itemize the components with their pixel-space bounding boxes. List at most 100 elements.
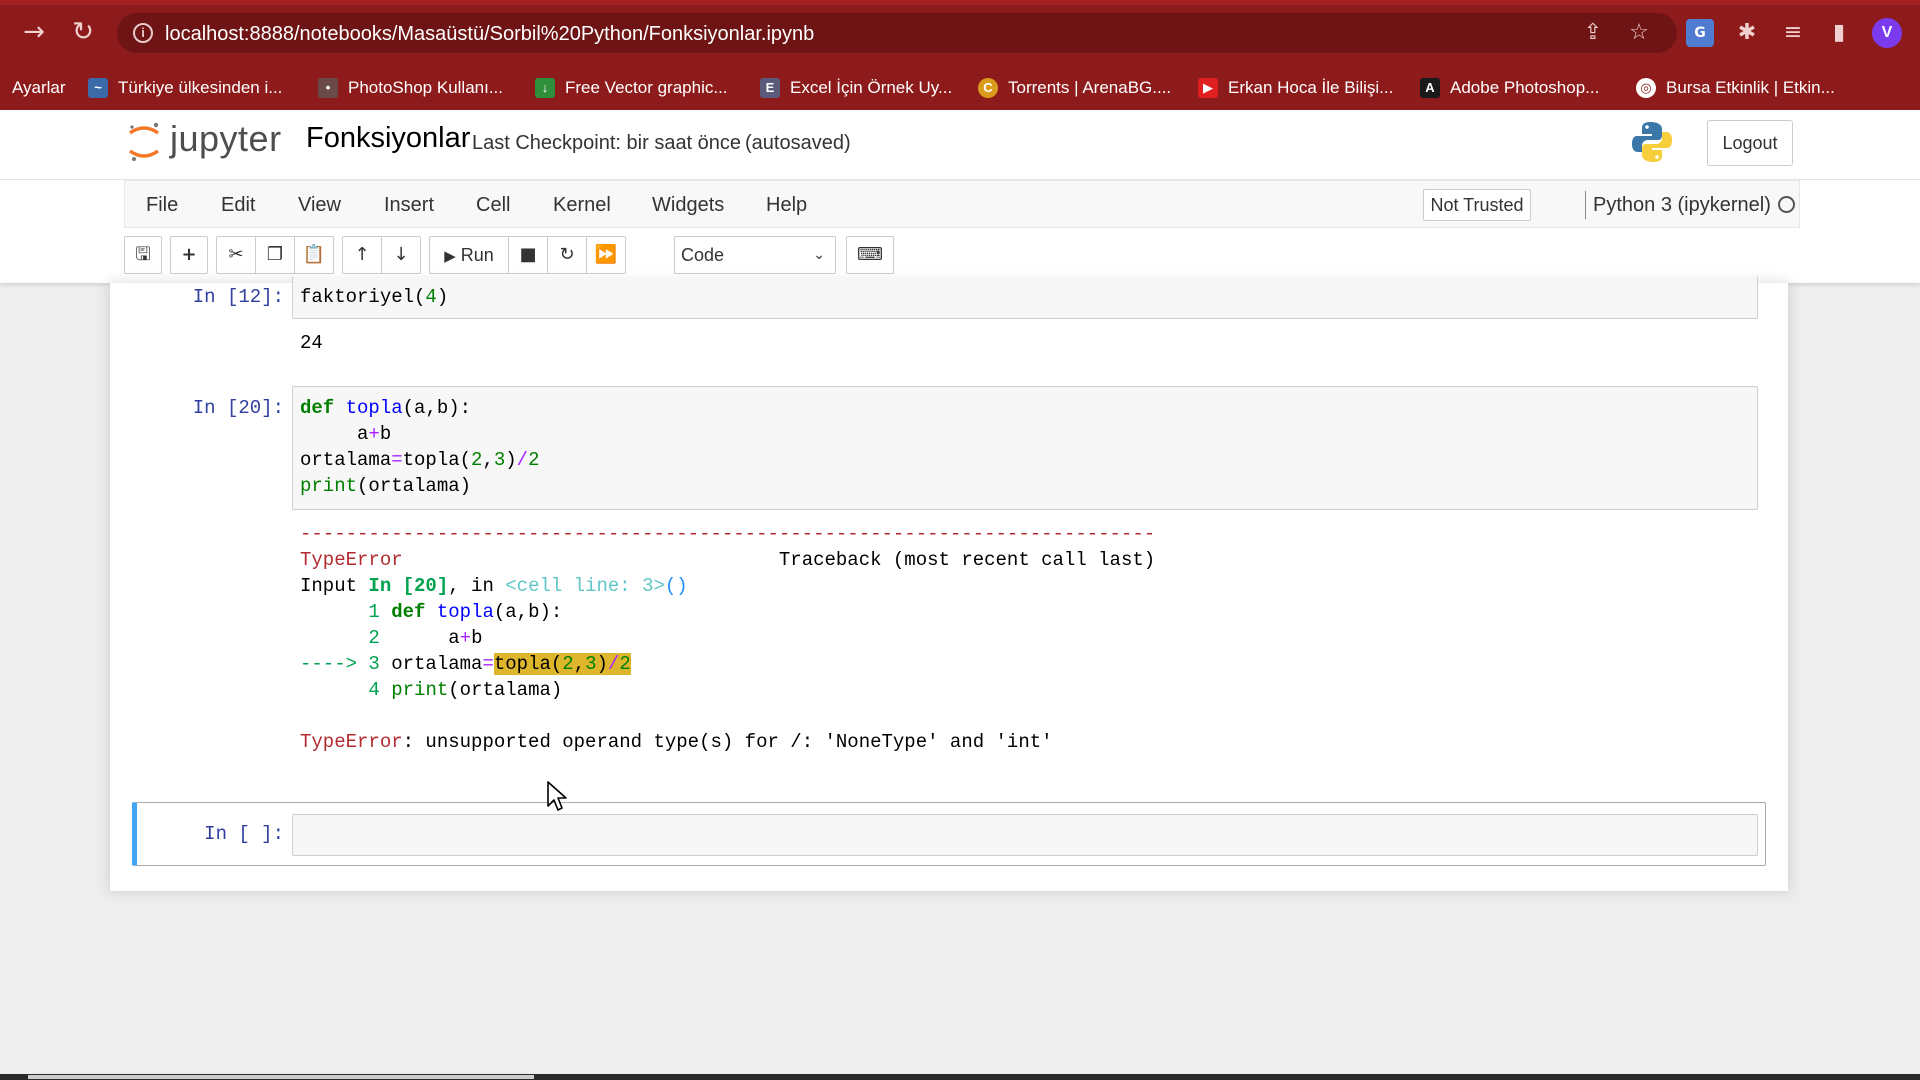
menu-help[interactable]: Help: [766, 194, 807, 217]
bursa-favicon-icon: ◎: [1636, 78, 1656, 98]
notebook-name[interactable]: Fonksiyonlar: [306, 122, 470, 155]
code-block[interactable]: def topla(a,b): a+b ortalama=topla(2,3)/…: [300, 395, 539, 499]
traceback-error-type: TypeError: [300, 549, 403, 571]
adobe-favicon-icon: A: [1420, 78, 1440, 98]
bookmark-label: Adobe Photoshop...: [1450, 78, 1600, 97]
profile-avatar[interactable]: V: [1872, 18, 1902, 48]
traceback-output: ----------------------------------------…: [300, 523, 1156, 753]
bookmark-label: Erkan Hoca İle Bilişi...: [1228, 78, 1394, 97]
address-bar[interactable]: i localhost:8888/notebooks/Masaüstü/Sorb…: [117, 13, 1677, 53]
menubar: File Edit View Insert Cell Kernel Widget…: [124, 180, 1800, 228]
traceback-input-label: Input: [300, 575, 369, 597]
menu-cell[interactable]: Cell: [476, 194, 510, 217]
code-input-area-empty[interactable]: [292, 814, 1758, 856]
bookmark-item[interactable]: C Torrents | ArenaBG....: [978, 77, 1171, 99]
run-icon: ▶: [444, 248, 456, 265]
restart-icon[interactable]: ↻: [547, 236, 587, 274]
move-down-icon[interactable]: ↓: [381, 236, 421, 274]
not-trusted-button[interactable]: Not Trusted: [1423, 189, 1531, 221]
traceback-final-message: : unsupported operand type(s) for /: 'No…: [402, 731, 1053, 753]
cut-icon[interactable]: ✂: [216, 236, 256, 274]
menu-kernel[interactable]: Kernel: [553, 194, 611, 217]
extensions-puzzle-icon[interactable]: ✱: [1733, 19, 1761, 47]
reload-icon[interactable]: ↻: [67, 16, 99, 48]
photoshop-favicon-icon: •: [318, 78, 338, 98]
bookmark-item[interactable]: • PhotoShop Kullanı...: [318, 77, 503, 99]
copy-icon[interactable]: ❐: [255, 236, 295, 274]
bookmark-item[interactable]: E Excel İçin Örnek Uy...: [760, 77, 952, 99]
cell-type-value: Code: [681, 245, 725, 265]
mouse-cursor-icon: [547, 781, 567, 811]
traceback-dashes: ----------------------------------------…: [300, 523, 1156, 545]
bookmark-label: Excel İçin Örnek Uy...: [790, 78, 953, 97]
save-icon[interactable]: 🖫: [124, 236, 162, 274]
horizontal-scrollbar[interactable]: [28, 1075, 534, 1079]
map-favicon-icon: ~: [88, 78, 108, 98]
move-up-icon[interactable]: ↑: [342, 236, 382, 274]
site-info-icon[interactable]: i: [133, 23, 153, 43]
keyboard-icon[interactable]: ⌨: [846, 236, 894, 274]
kernel-idle-icon: [1778, 196, 1795, 213]
bookmark-item[interactable]: Ayarlar: [12, 77, 66, 99]
bookmark-item[interactable]: ▶ Erkan Hoca İle Bilişi...: [1198, 77, 1393, 99]
interrupt-stop-icon[interactable]: ■: [508, 236, 548, 274]
traceback-header: Traceback (most recent call last): [778, 549, 1156, 571]
excel-favicon-icon: E: [760, 78, 780, 98]
forward-icon[interactable]: →: [18, 16, 50, 48]
jupyter-logo-text[interactable]: jupyter: [170, 118, 282, 160]
cell-prompt: In [ ]:: [204, 823, 284, 845]
traceback-final-error-type: TypeError: [300, 731, 403, 753]
side-panel-icon[interactable]: ▮: [1825, 19, 1853, 47]
traceback-input-in: , in: [448, 575, 506, 597]
cell-prompt: In [12]:: [192, 286, 284, 308]
bookmark-item[interactable]: A Adobe Photoshop...: [1420, 77, 1599, 99]
kernel-name[interactable]: Python 3 (ipykernel): [1593, 194, 1771, 217]
bookmarks-bar: Ayarlar ~ Türkiye ülkesinden i... • PhotoS…: [0, 65, 1920, 110]
bookmark-item[interactable]: ~ Türkiye ülkesinden i...: [88, 77, 282, 99]
autosave-status: (autosaved): [745, 132, 851, 154]
jupyter-header: jupyter Fonksiyonlar Last Checkpoint: bi…: [0, 110, 1920, 180]
menu-insert[interactable]: Insert: [384, 194, 434, 217]
chevron-down-icon: ⌄: [813, 247, 825, 263]
traceback-cell-line: <cell line: 3>: [505, 575, 665, 597]
vector-favicon-icon: ↓: [535, 78, 555, 98]
kernel-separator: [1585, 191, 1586, 219]
cell-prompt: In [20]:: [192, 397, 284, 419]
cell-output: 24: [300, 332, 323, 354]
paste-icon[interactable]: 📋: [294, 236, 334, 274]
run-button[interactable]: ▶ Run: [429, 236, 509, 274]
insert-cell-plus-icon[interactable]: +: [170, 236, 208, 274]
traceback-paren: (): [664, 575, 688, 597]
reading-list-icon[interactable]: ≡: [1779, 19, 1807, 47]
restart-run-all-icon[interactable]: ⏩: [586, 236, 626, 274]
share-icon[interactable]: ⇪: [1581, 21, 1605, 45]
youtube-favicon-icon: ▶: [1198, 78, 1218, 98]
menu-file[interactable]: File: [146, 194, 178, 217]
bookmark-label: Torrents | ArenaBG....: [1008, 78, 1172, 97]
python-logo-icon: [1632, 122, 1672, 162]
torrent-favicon-icon: C: [978, 78, 998, 98]
address-url[interactable]: localhost:8888/notebooks/Masaüstü/Sorbil…: [165, 23, 814, 46]
code-input-area[interactable]: def topla(a,b): a+b ortalama=topla(2,3)/…: [292, 386, 1758, 510]
traceback-input-ref: In [20]: [368, 575, 449, 597]
bookmark-label: Türkiye ülkesinden i...: [118, 78, 283, 97]
run-label: Run: [460, 245, 494, 265]
jupyter-logo-icon[interactable]: [128, 121, 160, 163]
bookmark-label: PhotoShop Kullanı...: [348, 78, 504, 97]
menu-widgets[interactable]: Widgets: [652, 194, 724, 217]
bookmark-label: Bursa Etkinlik | Etkin...: [1666, 78, 1835, 97]
code-input-area[interactable]: faktoriyel(4): [292, 276, 1758, 319]
checkpoint-status: Last Checkpoint: bir saat önce: [472, 132, 742, 154]
cell-type-select[interactable]: Code ⌄: [674, 236, 836, 274]
code-line[interactable]: faktoriyel(4): [300, 284, 448, 310]
bookmark-star-icon[interactable]: ☆: [1627, 21, 1651, 45]
bookmark-item[interactable]: ◎ Bursa Etkinlik | Etkin...: [1636, 77, 1835, 99]
menu-view[interactable]: View: [298, 194, 341, 217]
browser-toolbar: → ↻ i localhost:8888/notebooks/Masaüstü/…: [0, 0, 1920, 65]
menu-edit[interactable]: Edit: [221, 194, 255, 217]
bookmark-label: Free Vector graphic...: [565, 78, 728, 97]
bookmark-item[interactable]: ↓ Free Vector graphic...: [535, 77, 728, 99]
logout-button[interactable]: Logout: [1707, 120, 1793, 166]
translate-extension-icon[interactable]: G: [1686, 19, 1714, 47]
notebook-menubar-area: File Edit View Insert Cell Kernel Widget…: [0, 180, 1920, 283]
